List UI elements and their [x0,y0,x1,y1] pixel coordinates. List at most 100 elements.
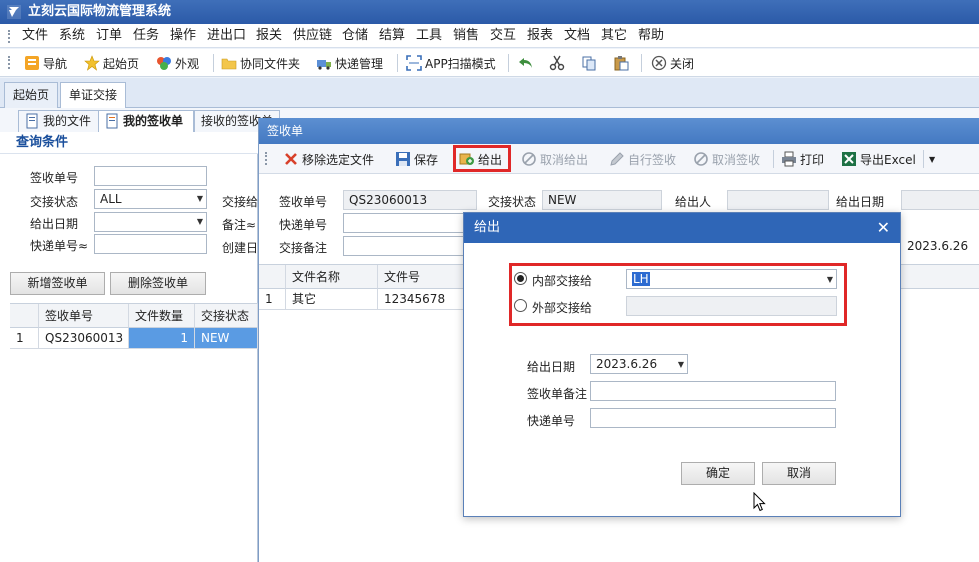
transfer-to-label-partial: 交接给 [222,195,259,209]
menu-file[interactable]: 文件 [22,28,48,44]
toolbar-startpage-button[interactable]: 起始页 [84,54,139,72]
toolbar-undo-button[interactable] [518,54,534,72]
cancel-give-label: 取消给出 [540,152,589,167]
menu-reports[interactable]: 报表 [527,28,553,44]
print-button[interactable]: 打印 [781,150,824,168]
confirm-button[interactable]: 确定 [681,462,755,485]
internal-transfer-select[interactable]: LH ▼ [626,269,837,289]
receipt-no-label: 签收单号 [279,195,328,209]
menu-sales[interactable]: 销售 [453,28,479,44]
grid-header-rownum [10,304,39,328]
giver-field[interactable] [727,190,829,210]
toolbar-app-scan-label: APP扫描模式 [425,56,496,71]
save-button[interactable]: 保存 [395,150,438,168]
navigation-icon [25,56,39,70]
handover-note-field[interactable] [343,236,465,256]
toolbar-navigation-button[interactable]: 导航 [24,54,67,72]
close-circle-icon [651,55,667,71]
tab-start-page[interactable]: 起始页 [4,82,59,108]
receipt-no-label: 签收单号 [30,171,79,185]
toolbar-courier-button[interactable]: 快递管理 [316,54,383,72]
status-select[interactable]: ALL ▼ [94,189,207,209]
grid-header-file-count[interactable]: 文件数量 [129,304,195,328]
menu-customs[interactable]: 报关 [256,28,282,44]
internal-transfer-label[interactable]: 内部交接给 [532,272,592,289]
receipt-remark-input[interactable] [590,381,836,401]
handover-note-label: 交接备注 [279,241,328,255]
menu-interaction[interactable]: 交互 [490,28,516,44]
toolbar-grip-icon [8,56,11,69]
tab-my-files[interactable]: 我的文件 [18,110,100,132]
table-cell-file-count[interactable]: 1 [129,328,195,349]
receipt-icon [106,113,118,129]
query-panel-title: 查询条件 [0,132,258,154]
toolbar-cut-button[interactable] [549,54,565,72]
toolbar-grip-icon [265,152,268,165]
tab-my-files-label: 我的文件 [43,114,92,128]
close-icon[interactable]: ✕ [877,213,890,243]
menu-tools[interactable]: 工具 [416,28,442,44]
grid-header-file-no[interactable]: 文件号 [378,265,468,289]
menu-help[interactable]: 帮助 [638,28,664,44]
export-excel-button[interactable]: 导出Excel [841,150,916,168]
toolbar-appearance-button[interactable]: 外观 [156,54,199,72]
cancel-sign-button[interactable]: 取消签收 [693,150,760,168]
give-date-field[interactable] [901,190,979,210]
toolbar-app-scan-button[interactable]: APP扫描模式 [406,54,496,72]
menu-import-export[interactable]: 进出口 [207,28,246,44]
undo-icon [519,58,532,68]
table-cell-file-name[interactable]: 其它 [286,289,378,310]
menu-settlement[interactable]: 结算 [379,28,405,44]
grid-header-file-name[interactable]: 文件名称 [286,265,378,289]
tab-my-receipts[interactable]: 我的签收单 [98,110,194,132]
menu-grip-icon [8,30,11,43]
give-date-select[interactable]: ▼ [94,212,207,232]
external-transfer-label[interactable]: 外部交接给 [532,299,592,316]
dialog-give-date-value: 2023.6.26 [596,357,658,371]
toolbar-paste-button[interactable] [613,54,629,72]
table-cell-status[interactable]: NEW [195,328,258,349]
toolbar-copy-button[interactable] [581,54,597,72]
self-sign-button[interactable]: 自行签收 [609,150,676,168]
courier-no-field[interactable] [343,213,465,233]
app-title: 立刻云国际物流管理系统 [28,4,172,19]
menu-operation[interactable]: 操作 [170,28,196,44]
toolbar-overflow-button[interactable]: ▼ [929,150,935,168]
cancel-button[interactable]: 取消 [762,462,836,485]
tab-document-handover[interactable]: 单证交接 [60,82,127,109]
status-field[interactable]: NEW [542,190,662,210]
table-cell-file-no[interactable]: 12345678 [378,289,468,310]
toolbar-close-button[interactable]: 关闭 [651,54,694,72]
remove-file-button[interactable]: 移除选定文件 [283,150,374,168]
add-receipt-button[interactable]: 新增签收单 [10,272,105,295]
grid-header-receipt-no[interactable]: 签收单号 [39,304,129,328]
table-cell-receipt-no[interactable]: QS23060013 [39,328,129,349]
menu-supply-chain[interactable]: 供应链 [293,28,332,44]
menu-system[interactable]: 系统 [59,28,85,44]
status-label: 交接状态 [488,195,537,209]
external-transfer-radio[interactable] [514,299,527,312]
menu-warehouse[interactable]: 仓储 [342,28,368,44]
paste-icon [614,56,629,71]
dropdown-arrow-icon: ▼ [826,275,833,284]
toolbar-shared-folder-button[interactable]: 协同文件夹 [221,54,300,72]
external-transfer-field[interactable] [626,296,837,316]
status-select-value: ALL [100,192,122,206]
palette-icon [157,57,171,70]
toolbar-separator [641,54,642,72]
courier-no-input[interactable] [94,234,207,254]
menu-other[interactable]: 其它 [601,28,627,44]
menu-task[interactable]: 任务 [133,28,159,44]
internal-transfer-radio[interactable] [514,272,527,285]
toolbar-navigation-label: 导航 [43,56,68,71]
dialog-courier-input[interactable] [590,408,836,428]
receipt-no-input[interactable] [94,166,207,186]
receipt-no-field[interactable]: QS23060013 [343,190,477,210]
printer-icon [782,151,796,167]
delete-receipt-button[interactable]: 删除签收单 [110,272,206,295]
grid-header-status[interactable]: 交接状态 [195,304,258,328]
cancel-give-button[interactable]: 取消给出 [521,150,588,168]
dialog-give-date-select[interactable]: 2023.6.26 ▼ [590,354,688,374]
menu-documents[interactable]: 文档 [564,28,590,44]
menu-order[interactable]: 订单 [96,28,122,44]
